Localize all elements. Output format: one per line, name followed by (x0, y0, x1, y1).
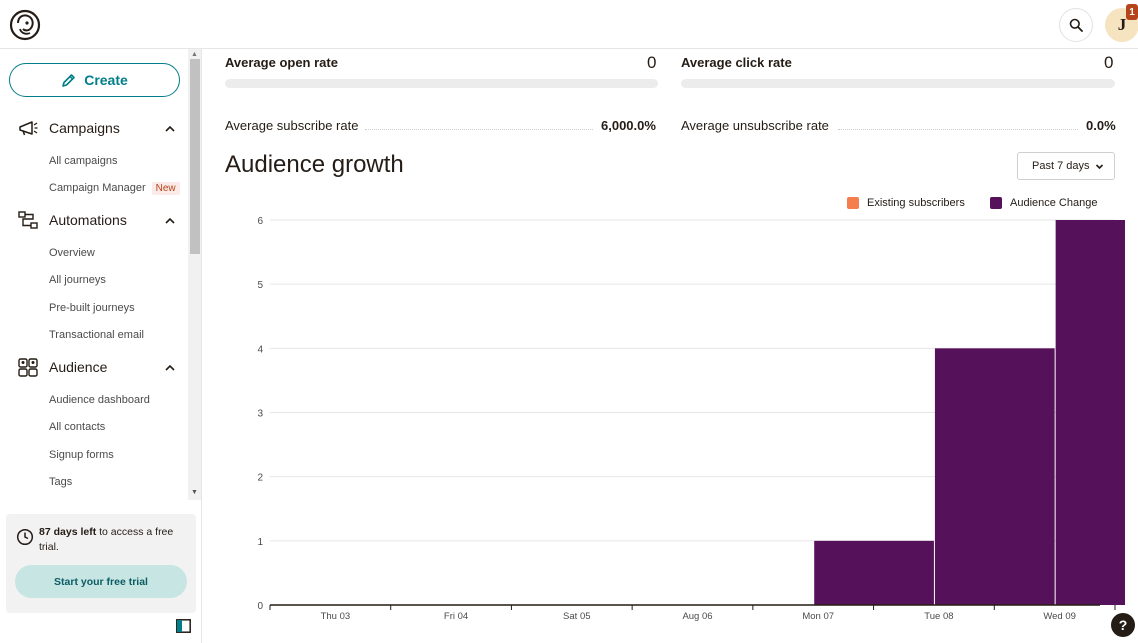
pencil-icon (62, 73, 76, 87)
date-range-value: Past 7 days (1032, 160, 1090, 172)
y-tick-label: 2 (257, 473, 263, 484)
bar-audience-change (814, 540, 934, 605)
open-rate-label: Average open rate (225, 55, 338, 70)
click-rate-label: Average click rate (681, 55, 792, 70)
y-tick-label: 4 (257, 344, 263, 355)
nav-prebuilt-journeys[interactable]: Pre-built journeys (49, 302, 135, 314)
automation-flow-icon (18, 211, 38, 229)
search-button[interactable] (1059, 8, 1093, 42)
sidebar-scroll-thumb[interactable] (190, 59, 200, 254)
nav-automations-label: Automations (49, 212, 127, 228)
unsubscribe-rate-value: 0.0% (1086, 118, 1116, 133)
legend-existing-subscribers[interactable]: Existing subscribers (847, 197, 965, 209)
y-tick-label: 6 (257, 216, 263, 227)
x-tick-label: Aug 06 (682, 611, 712, 622)
unsubscribe-dotted-leader (838, 129, 1078, 130)
x-tick-label: Sat 05 (563, 611, 590, 622)
nav-audience[interactable]: Audience (0, 356, 188, 380)
x-tick-label: Thu 03 (321, 611, 351, 622)
audience-growth-title: Audience growth (225, 151, 404, 178)
scroll-up-arrow-icon[interactable]: ▲ (191, 51, 198, 58)
audience-growth-chart: 0 1 2 3 4 5 6 Thu 03 Fri 04 Sat 05 Aug 06 Mon 07 Tue… (257, 216, 1125, 622)
chevron-up-icon[interactable] (163, 214, 177, 228)
notification-badge: 1 (1126, 4, 1138, 20)
create-label: Create (84, 72, 128, 88)
subscribe-rate-value: 6,000.0% (601, 118, 656, 133)
subscribe-dotted-leader (365, 129, 593, 130)
help-button[interactable]: ? (1111, 613, 1135, 637)
top-bar: J 1 (0, 0, 1138, 49)
open-rate-progress (225, 79, 658, 88)
scroll-down-arrow-icon[interactable]: ▼ (191, 489, 198, 496)
unsubscribe-rate-label: Average unsubscribe rate (681, 118, 829, 133)
y-tick-label: 5 (257, 280, 263, 291)
y-tick-label: 1 (257, 537, 263, 548)
legend-audience-change-label: Audience Change (1010, 197, 1098, 209)
search-icon (1069, 18, 1083, 32)
nav-campaigns-label: Campaigns (49, 120, 120, 136)
x-tick-label: Wed 09 (1043, 611, 1076, 622)
nav-transactional-email[interactable]: Transactional email (49, 329, 144, 341)
nav-overview[interactable]: Overview (49, 247, 95, 259)
collapse-sidebar-icon[interactable] (176, 619, 191, 633)
trial-days: 87 days left (39, 526, 97, 538)
subscribe-rate-label: Average subscribe rate (225, 118, 359, 133)
y-tick-label: 3 (257, 409, 263, 420)
sidebar: Create Campaigns All campaigns Campaign … (0, 49, 202, 643)
x-tick-label: Fri 04 (444, 611, 468, 622)
nav-signup-forms[interactable]: Signup forms (49, 449, 114, 461)
mailchimp-logo-icon[interactable] (9, 9, 41, 41)
nav-all-contacts[interactable]: All contacts (49, 421, 105, 433)
bar-audience-change (1055, 220, 1125, 605)
clock-icon (16, 528, 34, 546)
trial-text: 87 days left to access a free trial. (39, 525, 189, 555)
nav-automations[interactable]: Automations (0, 209, 188, 233)
legend-swatch-existing (847, 197, 859, 209)
legend-swatch-audience-change (990, 197, 1002, 209)
chevron-up-icon[interactable] (163, 122, 177, 136)
x-tick-label: Tue 08 (924, 611, 953, 622)
nav-all-campaigns[interactable]: All campaigns (49, 155, 117, 167)
click-rate-value: 0 (1104, 53, 1114, 72)
nav-audience-dashboard[interactable]: Audience dashboard (49, 394, 150, 406)
legend-audience-change[interactable]: Audience Change (990, 197, 1097, 209)
nav-campaigns[interactable]: Campaigns (0, 117, 188, 141)
nav-audience-label: Audience (49, 359, 108, 375)
audience-icon (18, 358, 38, 377)
new-badge: New (151, 182, 180, 195)
create-button[interactable]: Create (9, 63, 180, 97)
nav-campaign-manager[interactable]: Campaign Manager New (49, 182, 180, 195)
nav-tags[interactable]: Tags (49, 476, 72, 488)
megaphone-icon (19, 121, 38, 136)
open-rate-value: 0 (647, 53, 657, 72)
chevron-down-icon (1095, 164, 1104, 170)
click-rate-progress (681, 79, 1115, 88)
trial-banner: 87 days left to access a free trial. Sta… (6, 514, 196, 613)
nav-campaign-manager-label: Campaign Manager (49, 182, 146, 194)
x-tick-label: Mon 07 (802, 611, 834, 622)
chevron-up-icon[interactable] (163, 361, 177, 375)
bar-audience-change (934, 348, 1055, 605)
date-range-select[interactable]: Past 7 days (1017, 152, 1115, 180)
start-free-trial-button[interactable]: Start your free trial (15, 565, 187, 598)
legend-existing-label: Existing subscribers (867, 197, 965, 209)
nav-all-journeys[interactable]: All journeys (49, 274, 106, 286)
y-tick-label: 0 (257, 601, 263, 612)
